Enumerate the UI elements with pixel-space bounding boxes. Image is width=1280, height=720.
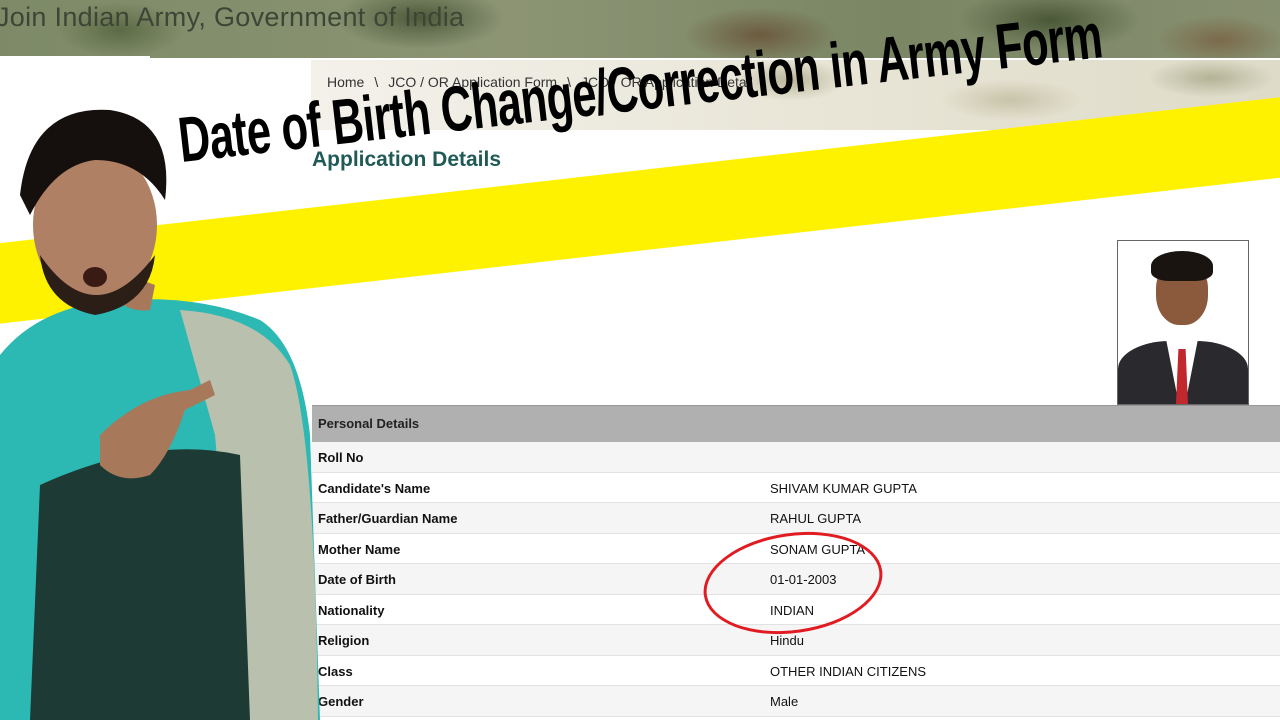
row-label: Candidate's Name xyxy=(318,480,431,496)
row-label: Religion xyxy=(318,633,370,648)
table-row: Class OTHER INDIAN CITIZENS xyxy=(312,656,1280,686)
row-label: Class xyxy=(318,663,353,679)
presenter-mouth xyxy=(83,267,107,287)
presenter-dark-panel xyxy=(30,449,250,720)
table-row: Father/Guardian Name RAHUL GUPTA xyxy=(312,503,1280,534)
row-value: Hindu xyxy=(770,633,804,648)
candidate-photo xyxy=(1117,240,1249,405)
row-label: Nationality xyxy=(318,602,385,618)
row-label: Roll No xyxy=(318,450,364,465)
site-title: Join Indian Army, Government of India xyxy=(0,2,465,32)
row-label: Mother Name xyxy=(318,541,401,557)
row-value: OTHER INDIAN CITIZENS xyxy=(770,663,927,679)
table-row: Gender Male xyxy=(312,686,1280,717)
row-value: RAHUL GUPTA xyxy=(770,511,862,526)
table-row: Candidate's Name SHIVAM KUMAR GUPTA xyxy=(312,473,1280,503)
photo-hair xyxy=(1151,251,1213,281)
row-label: Date of Birth xyxy=(318,572,396,587)
header-divider xyxy=(0,56,150,58)
presenter-figure xyxy=(0,109,320,720)
row-label: Gender xyxy=(318,694,364,709)
row-value: Male xyxy=(770,694,799,709)
row-label: Father/Guardian Name xyxy=(318,511,458,526)
table-header: Personal Details xyxy=(312,405,1280,442)
table-row: Roll No xyxy=(312,442,1280,473)
row-value: SHIVAM KUMAR GUPTA xyxy=(770,480,917,496)
